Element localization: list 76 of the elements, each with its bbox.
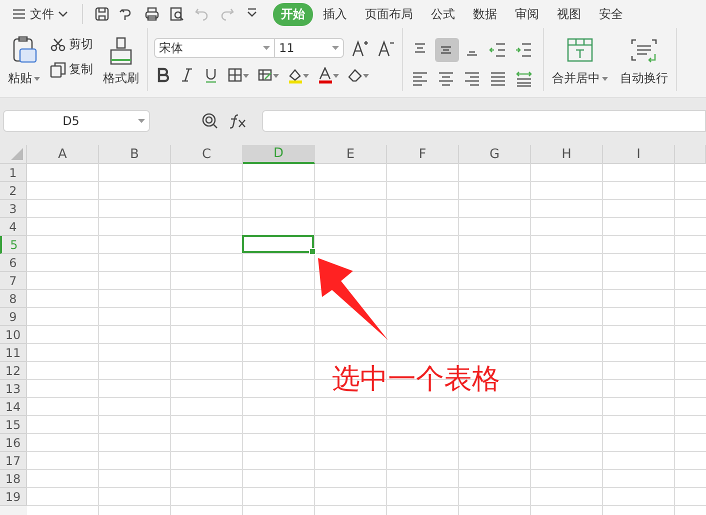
row-header[interactable]: 11 bbox=[0, 344, 27, 362]
chevron-down-icon bbox=[58, 10, 68, 18]
caret-icon bbox=[34, 76, 40, 80]
row-header[interactable]: 7 bbox=[0, 272, 27, 290]
row-header[interactable]: 17 bbox=[0, 452, 27, 470]
column-header[interactable]: F bbox=[387, 145, 459, 164]
font-size-select[interactable]: 11 bbox=[274, 38, 344, 58]
borders-icon[interactable] bbox=[227, 67, 243, 84]
row-header[interactable]: 15 bbox=[0, 416, 27, 434]
caret-icon bbox=[303, 74, 309, 78]
bold-icon[interactable] bbox=[155, 67, 171, 84]
italic-icon[interactable] bbox=[179, 67, 195, 84]
row-header[interactable]: 10 bbox=[0, 326, 27, 344]
row-header[interactable]: 14 bbox=[0, 398, 27, 416]
name-box[interactable]: D5 bbox=[3, 110, 150, 132]
row-header[interactable]: 9 bbox=[0, 308, 27, 326]
underline-icon[interactable] bbox=[203, 67, 219, 84]
merge-center-button[interactable]: 合并居中 bbox=[550, 32, 610, 91]
caret-icon bbox=[273, 74, 279, 78]
ribbon-tab[interactable]: 视图 bbox=[549, 2, 589, 26]
scissors-icon bbox=[50, 36, 66, 52]
column-header[interactable]: H bbox=[531, 145, 603, 164]
zoom-icon[interactable] bbox=[201, 112, 219, 130]
caret-icon bbox=[332, 46, 339, 50]
copy-icon bbox=[50, 62, 66, 78]
ribbon-tab[interactable]: 公式 bbox=[423, 2, 463, 26]
selected-cell[interactable] bbox=[242, 235, 314, 253]
column-header[interactable]: G bbox=[459, 145, 531, 164]
column-header[interactable]: B bbox=[99, 145, 171, 164]
formula-input[interactable] bbox=[262, 110, 706, 132]
menu-icon bbox=[12, 8, 26, 20]
row-header[interactable]: 12 bbox=[0, 362, 27, 380]
function-icon[interactable] bbox=[229, 113, 247, 129]
menu-button[interactable]: 文件 bbox=[8, 6, 72, 22]
row-header[interactable]: 13 bbox=[0, 380, 27, 398]
ribbon-tab[interactable]: 页面布局 bbox=[357, 2, 421, 26]
caret-icon bbox=[263, 46, 270, 50]
row-header[interactable]: 19 bbox=[0, 488, 27, 506]
caret-icon bbox=[602, 76, 608, 80]
format-painter-button[interactable]: 格式刷 bbox=[101, 32, 141, 91]
increase-font-icon[interactable] bbox=[351, 39, 369, 57]
row-header[interactable]: 16 bbox=[0, 434, 27, 452]
print-icon[interactable] bbox=[144, 6, 160, 22]
fill-color-icon[interactable] bbox=[287, 67, 303, 84]
column-header[interactable]: E bbox=[315, 145, 387, 164]
cell-grid[interactable] bbox=[27, 164, 706, 515]
print-preview-icon[interactable] bbox=[169, 6, 185, 22]
column-header[interactable]: C bbox=[171, 145, 243, 164]
row-header[interactable]: 6 bbox=[0, 254, 27, 272]
caret-icon bbox=[138, 118, 145, 124]
decrease-font-icon[interactable] bbox=[377, 39, 395, 57]
paste-button[interactable]: 粘贴 bbox=[6, 32, 42, 91]
ribbon-tab[interactable]: 审阅 bbox=[507, 2, 547, 26]
save-icon[interactable] bbox=[94, 6, 110, 22]
row-header[interactable]: 4 bbox=[0, 218, 27, 236]
ribbon-tab[interactable]: 数据 bbox=[465, 2, 505, 26]
annotation-text: 选中一个表格 bbox=[332, 361, 500, 397]
cut-button[interactable]: 剪切 bbox=[50, 36, 93, 53]
column-header[interactable]: A bbox=[27, 145, 99, 164]
row-header[interactable]: 3 bbox=[0, 200, 27, 218]
copy-button[interactable]: 复制 bbox=[50, 61, 93, 78]
row-header[interactable]: 2 bbox=[0, 182, 27, 200]
ribbon-tab[interactable]: 插入 bbox=[315, 2, 355, 26]
font-family-select[interactable]: 宋体 bbox=[154, 38, 275, 58]
column-header[interactable]: I bbox=[603, 145, 675, 164]
fill-handle[interactable] bbox=[309, 248, 316, 255]
caret-icon bbox=[243, 74, 249, 78]
caret-icon bbox=[363, 74, 369, 78]
caret-icon bbox=[333, 74, 339, 78]
row-header[interactable]: 8 bbox=[0, 290, 27, 308]
ribbon-tab[interactable]: 安全 bbox=[591, 2, 631, 26]
row-header[interactable]: 1 bbox=[0, 164, 27, 182]
eraser-icon[interactable] bbox=[347, 67, 363, 84]
row-header[interactable]: 18 bbox=[0, 470, 27, 488]
wrap-text-button[interactable]: 自动换行 bbox=[618, 32, 670, 91]
font-color-icon[interactable] bbox=[317, 67, 333, 84]
